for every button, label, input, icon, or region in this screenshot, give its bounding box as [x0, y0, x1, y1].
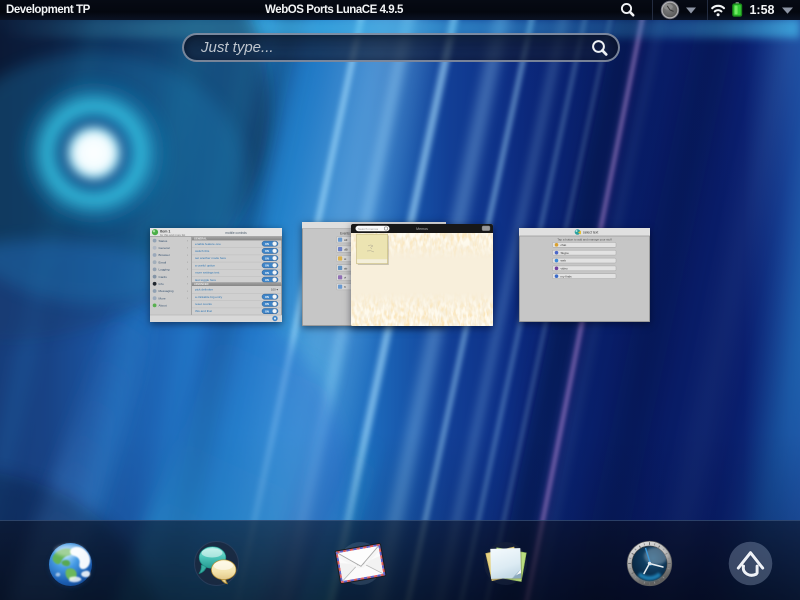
svg-text:ON: ON — [265, 264, 269, 268]
svg-text:Tap a button to add and manage: Tap a button to add and manage your stuf… — [557, 237, 611, 241]
svg-text:vi: vi — [344, 276, 347, 280]
svg-text:ab: ab — [344, 266, 348, 270]
svg-text:Memos: Memos — [416, 227, 428, 231]
svg-text:›: › — [187, 282, 188, 286]
svg-text:General: General — [159, 246, 170, 250]
svg-text:100 ▾: 100 ▾ — [271, 288, 278, 292]
svg-text:set another mode here: set another mode here — [195, 256, 226, 260]
svg-text:st: st — [344, 257, 347, 261]
svg-text:last toggle here: last toggle here — [195, 278, 216, 282]
svg-text:ON: ON — [265, 295, 269, 299]
svg-text:select text: select text — [583, 230, 598, 234]
svg-text:All: All — [344, 238, 348, 242]
svg-text:ON: ON — [265, 249, 269, 253]
svg-text:GENERAL: GENERAL — [194, 237, 207, 241]
svg-text:a useful option: a useful option — [195, 263, 215, 267]
svg-text:Messaging: Messaging — [159, 289, 174, 293]
svg-text:Status: Status — [159, 239, 168, 243]
svg-text:video: video — [561, 267, 569, 271]
svg-text:chat: chat — [561, 243, 567, 247]
svg-text:›: › — [187, 239, 188, 243]
svg-text:switch this: switch this — [195, 249, 210, 253]
svg-text:More: More — [159, 296, 166, 300]
svg-text:Email: Email — [159, 260, 167, 264]
svg-text:›: › — [187, 275, 188, 279]
svg-text:ADVANCED: ADVANCED — [194, 282, 209, 286]
svg-text:web: web — [561, 259, 567, 263]
svg-text:ON: ON — [265, 271, 269, 275]
svg-text:›: › — [187, 297, 188, 301]
svg-text:›: › — [187, 261, 188, 265]
svg-text:Skype: Skype — [561, 251, 570, 255]
svg-text:›: › — [187, 253, 188, 257]
svg-text:›: › — [187, 289, 188, 293]
svg-text:Search memos: Search memos — [358, 227, 379, 231]
svg-text:Browser: Browser — [159, 253, 170, 257]
svg-text:pick delimiter: pick delimiter — [195, 288, 213, 292]
svg-text:About: About — [159, 304, 167, 308]
svg-text:my finds: my finds — [561, 274, 573, 278]
svg-text:Logging: Logging — [159, 268, 170, 272]
svg-text:Cards: Cards — [159, 275, 168, 279]
svg-text:ON: ON — [265, 302, 269, 306]
svg-text:ON: ON — [265, 278, 269, 282]
svg-text:more settings text: more settings text — [195, 271, 220, 275]
svg-text:ON: ON — [265, 242, 269, 246]
svg-text:dB: dB — [344, 248, 348, 252]
svg-text:reset counts: reset counts — [195, 302, 212, 306]
svg-text:Info: Info — [159, 282, 164, 286]
svg-text:›: › — [187, 246, 188, 250]
svg-text:enable feature one: enable feature one — [195, 242, 221, 246]
svg-text:this and that: this and that — [195, 309, 212, 313]
svg-text:›: › — [187, 268, 188, 272]
svg-text:mobile controls: mobile controls — [225, 231, 247, 235]
svg-text:ON: ON — [265, 309, 269, 313]
svg-text:a clickable big entry: a clickable big entry — [195, 295, 223, 299]
svg-text:ON: ON — [265, 256, 269, 260]
